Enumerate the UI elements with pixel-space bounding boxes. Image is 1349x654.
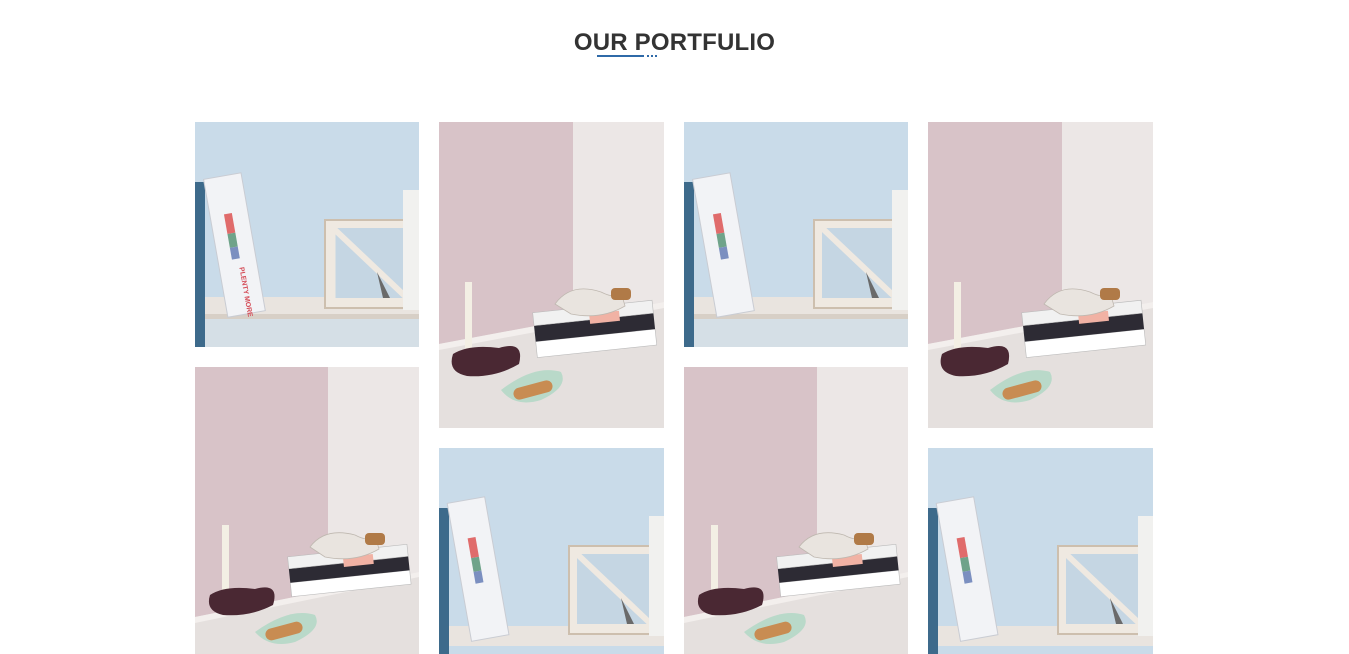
portfolio-image-pink-still-life	[195, 367, 419, 654]
portfolio-item-2[interactable]	[439, 122, 664, 428]
portfolio-item-8[interactable]	[928, 448, 1153, 654]
portfolio-item-7[interactable]	[684, 367, 908, 654]
portfolio-image-blue-shelf: PLENTY MORE	[195, 122, 419, 347]
portfolio-image-pink-still-life	[684, 367, 908, 654]
portfolio-item-6[interactable]	[439, 448, 664, 654]
title-underline-dots	[647, 55, 657, 57]
portfolio-header: OUR PORTFULIO	[0, 0, 1349, 80]
portfolio-image-blue-shelf	[928, 448, 1153, 654]
portfolio-image-blue-shelf	[684, 122, 908, 347]
portfolio-image-pink-still-life	[439, 122, 664, 428]
section-title: OUR PORTFULIO	[573, 29, 776, 56]
portfolio-image-blue-shelf	[439, 448, 664, 654]
portfolio-item-3[interactable]	[684, 122, 908, 347]
portfolio-item-1[interactable]: PLENTY MORE	[195, 122, 419, 347]
portfolio-item-4[interactable]	[928, 122, 1153, 428]
portfolio-item-5[interactable]	[195, 367, 419, 654]
portfolio-image-pink-still-life	[928, 122, 1153, 428]
title-underline	[597, 55, 644, 57]
